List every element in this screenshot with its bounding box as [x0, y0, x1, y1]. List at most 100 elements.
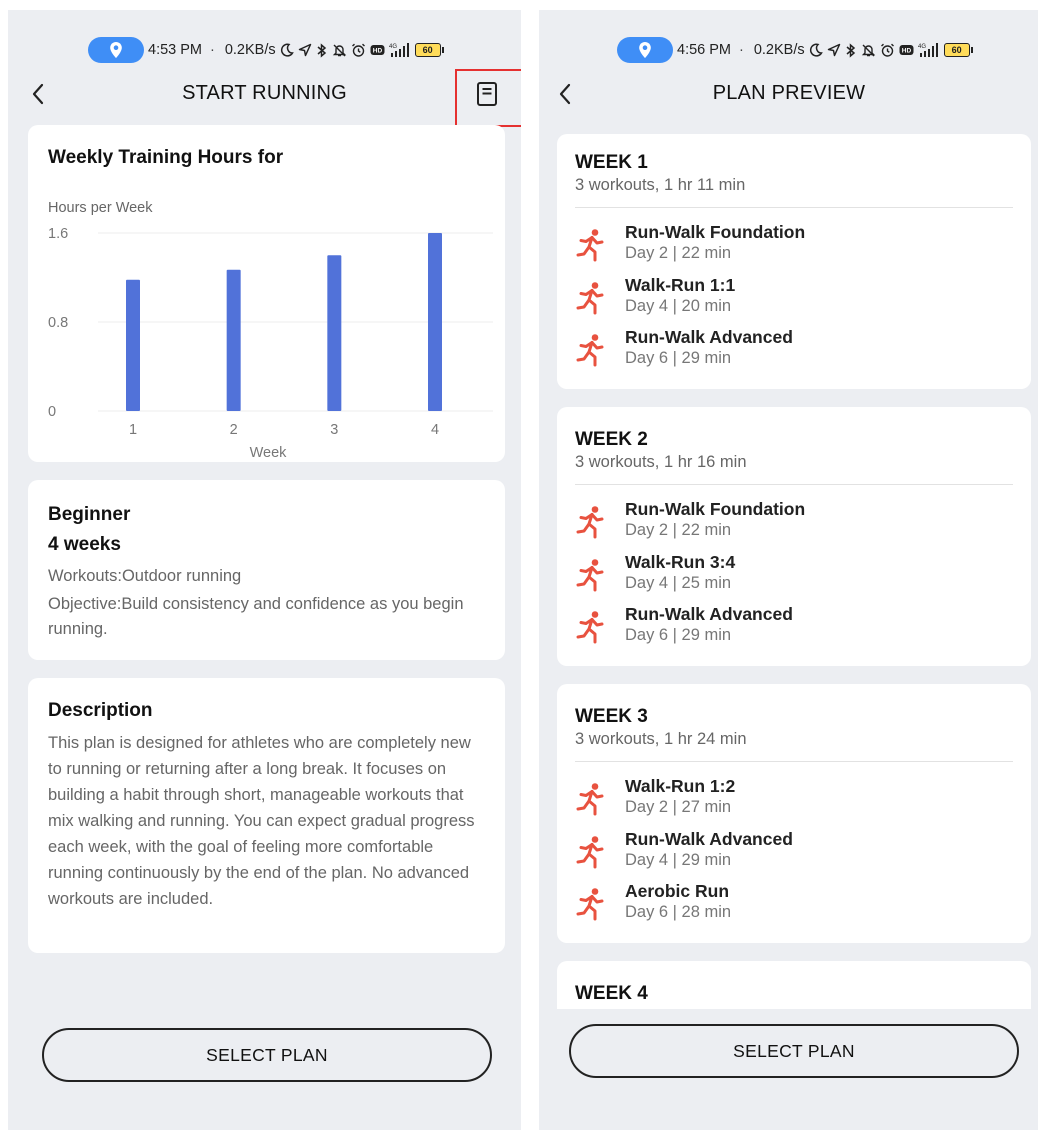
plan-objective: Objective:Build consistency and confiden… — [48, 595, 464, 638]
location-pill — [88, 37, 144, 63]
status-bar: 4:53 PM · 0.2KB/s HD 4G 60 — [88, 36, 444, 64]
description-card: Description This plan is designed for at… — [28, 678, 505, 953]
workout-meta: Day 4 | 29 min — [625, 851, 732, 869]
workout-name: Run-Walk Foundation — [625, 499, 806, 519]
svg-text:4G: 4G — [389, 44, 397, 50]
signal-icon: 4G — [918, 43, 938, 57]
app-header: START RUNNING — [8, 76, 521, 112]
description-title: Description — [48, 700, 153, 721]
running-icon — [575, 887, 605, 921]
y-tick-label: 0 — [48, 404, 56, 420]
plan-summary-card: Beginner 4 weeks Workouts:Outdoor runnin… — [28, 480, 505, 660]
plan-level: Beginner — [48, 504, 131, 525]
highlight-box — [455, 69, 521, 127]
status-time: 4:53 PM — [148, 42, 202, 58]
divider — [575, 207, 1013, 208]
workout-item[interactable]: Walk-Run 3:4 Day 4 | 25 min — [575, 552, 995, 598]
x-tick-label: 1 — [129, 422, 137, 438]
svg-text:HD: HD — [372, 48, 382, 55]
workout-item[interactable]: Walk-Run 1:1 Day 4 | 20 min — [575, 275, 995, 321]
workout-item[interactable]: Run-Walk Advanced Day 6 | 29 min — [575, 327, 995, 373]
week-summary: 3 workouts, 1 hr 24 min — [575, 730, 747, 748]
hd-icon: HD — [370, 45, 385, 55]
alarm-icon — [880, 43, 894, 57]
week-title: WEEK 3 — [575, 706, 648, 727]
status-bar: 4:56 PM · 0.2KB/s HD 4G 60 — [617, 36, 973, 64]
hd-icon: HD — [899, 45, 914, 55]
divider — [575, 484, 1013, 485]
week-card: WEEK 3 3 workouts, 1 hr 24 min Walk-Run … — [557, 684, 1031, 943]
week-title: WEEK 1 — [575, 152, 648, 173]
running-icon — [575, 281, 605, 315]
running-icon — [575, 782, 605, 816]
workout-item[interactable]: Run-Walk Foundation Day 2 | 22 min — [575, 222, 995, 268]
workout-item[interactable]: Run-Walk Foundation Day 2 | 22 min — [575, 499, 995, 545]
workout-meta: Day 6 | 28 min — [625, 903, 732, 921]
bluetooth-icon — [317, 42, 326, 58]
workout-item[interactable]: Run-Walk Advanced Day 6 | 29 min — [575, 604, 995, 650]
svg-text:HD: HD — [901, 48, 911, 55]
alarm-icon — [351, 43, 365, 57]
y-axis-label: Hours per Week — [48, 200, 153, 216]
week-card: WEEK 2 3 workouts, 1 hr 16 min Run-Walk … — [557, 407, 1031, 666]
plan-duration: 4 weeks — [48, 534, 121, 555]
workout-name: Run-Walk Advanced — [625, 604, 793, 624]
location-pin-icon — [110, 42, 122, 58]
location-pin-icon — [639, 42, 651, 58]
workout-item[interactable]: Aerobic Run Day 6 | 28 min — [575, 881, 995, 927]
workout-item[interactable]: Run-Walk Advanced Day 4 | 29 min — [575, 829, 995, 875]
week-card: WEEK 1 3 workouts, 1 hr 11 min Run-Walk … — [557, 134, 1031, 389]
x-tick-label: 3 — [330, 422, 338, 438]
workout-name: Run-Walk Foundation — [625, 222, 806, 242]
start-running-screen: 4:53 PM · 0.2KB/s HD 4G 60 START RUNNING… — [8, 10, 521, 1130]
workout-name: Run-Walk Advanced — [625, 829, 793, 849]
workout-meta: Day 2 | 22 min — [625, 244, 732, 262]
workout-name: Walk-Run 3:4 — [625, 552, 736, 572]
page-title: PLAN PREVIEW — [712, 82, 866, 104]
navigation-icon — [827, 43, 840, 57]
battery-icon: 60 — [414, 43, 444, 57]
mute-icon — [332, 44, 346, 56]
running-icon — [575, 835, 605, 869]
bar-week-1 — [126, 279, 140, 411]
x-tick-label: 2 — [230, 422, 238, 438]
description-text: This plan is designed for athletes who a… — [48, 734, 475, 908]
battery-icon: 60 — [943, 43, 973, 57]
location-pill — [617, 37, 673, 63]
workout-name: Walk-Run 1:1 — [625, 275, 736, 295]
workout-meta: Day 6 | 29 min — [625, 626, 732, 644]
week-summary: 3 workouts, 1 hr 16 min — [575, 453, 747, 471]
status-icons: HD 4G 60 — [809, 42, 973, 58]
network-speed: 0.2KB/s — [224, 42, 276, 58]
moon-icon — [280, 43, 294, 57]
status-icons: HD 4G 60 — [280, 42, 444, 58]
svg-text:4G: 4G — [918, 44, 926, 50]
status-time: 4:56 PM — [677, 42, 731, 58]
moon-icon — [809, 43, 823, 57]
divider — [575, 761, 1013, 762]
workout-name: Run-Walk Advanced — [625, 327, 793, 347]
signal-icon: 4G — [389, 43, 409, 57]
status-separator: · — [210, 42, 215, 58]
workout-meta: Day 6 | 29 min — [625, 349, 732, 367]
workout-meta: Day 2 | 27 min — [625, 798, 732, 816]
select-plan-button[interactable]: SELECT PLAN — [569, 1024, 1019, 1078]
week-summary: 3 workouts, 1 hr 11 min — [575, 176, 746, 194]
app-header: PLAN PREVIEW — [539, 76, 1038, 112]
workout-name: Walk-Run 1:2 — [625, 776, 736, 796]
plan-workouts: Workouts:Outdoor running — [48, 567, 242, 585]
workout-name: Aerobic Run — [625, 881, 730, 901]
running-icon — [575, 610, 605, 644]
battery-level: 60 — [414, 43, 441, 57]
navigation-icon — [298, 43, 311, 57]
running-icon — [575, 333, 605, 367]
bluetooth-icon — [846, 42, 855, 58]
workout-meta: Day 4 | 25 min — [625, 574, 732, 592]
workout-item[interactable]: Walk-Run 1:2 Day 2 | 27 min — [575, 776, 995, 822]
bar-week-4 — [428, 233, 442, 411]
week-title: WEEK 2 — [575, 429, 648, 450]
running-icon — [575, 505, 605, 539]
select-plan-button[interactable]: SELECT PLAN — [42, 1028, 492, 1082]
bar-week-2 — [226, 269, 241, 411]
running-icon — [575, 558, 605, 592]
